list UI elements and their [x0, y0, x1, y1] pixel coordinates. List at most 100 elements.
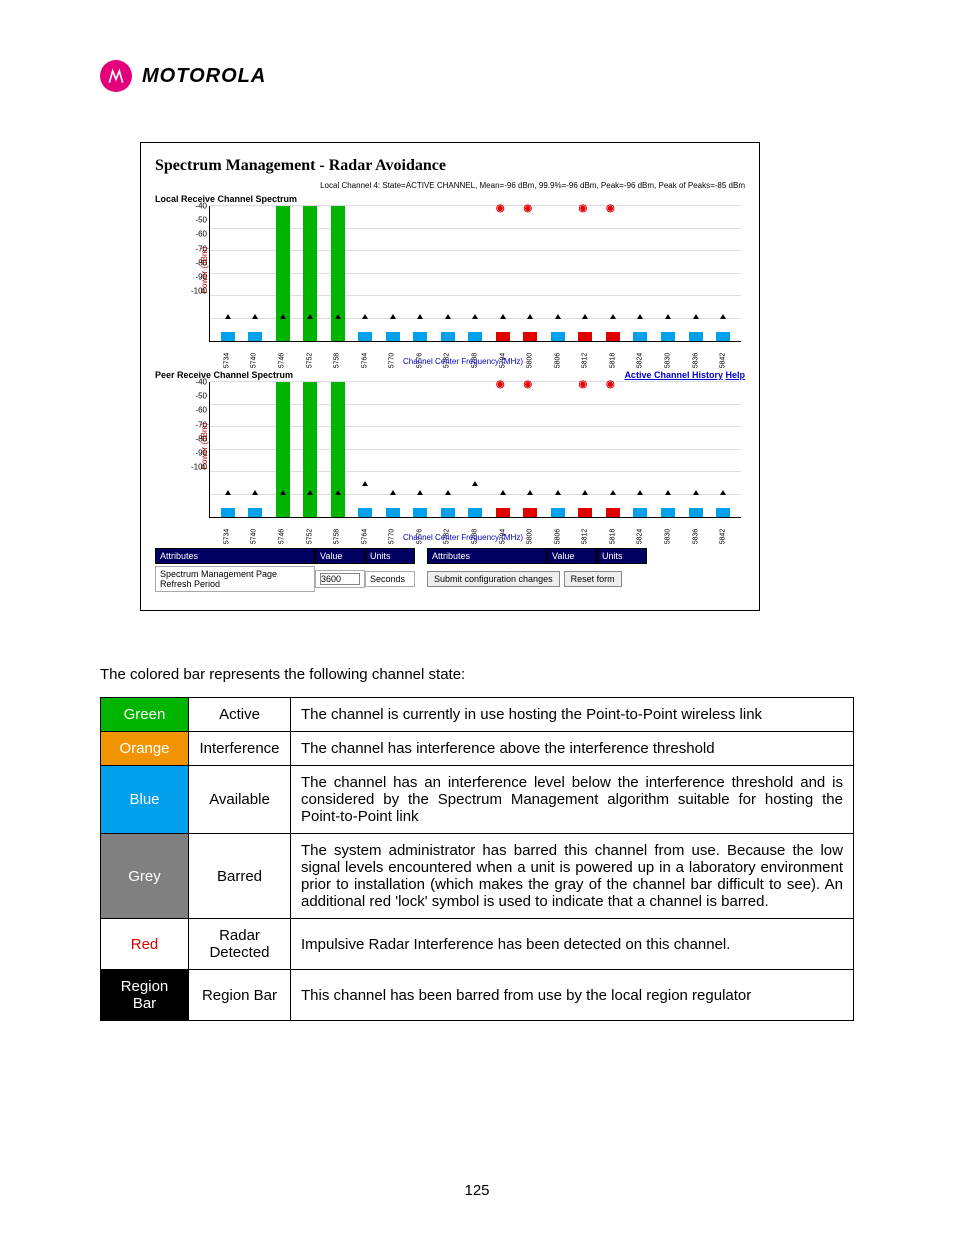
reset-button[interactable]: Reset form: [564, 571, 622, 587]
spectrum-figure: Spectrum Management - Radar Avoidance Lo…: [140, 142, 760, 611]
brand-name: MOTOROLA: [142, 65, 266, 88]
color-label: Red: [101, 919, 189, 970]
channel-bar: [386, 332, 400, 341]
x-tick: 5836: [692, 352, 699, 370]
lock-icon: ◉: [523, 379, 532, 390]
local-chart-heading: Local Receive Channel Spectrum: [155, 194, 745, 204]
channel-bar: ◉: [578, 332, 592, 341]
x-tick: 5830: [665, 352, 672, 370]
col-attributes-2: Attributes: [427, 548, 547, 564]
state-description: Impulsive Radar Interference has been de…: [291, 919, 854, 970]
help-link[interactable]: Help: [725, 370, 745, 380]
x-tick: 5836: [692, 528, 699, 546]
x-tick: 5842: [720, 352, 727, 370]
x-tick: 5824: [637, 352, 644, 370]
state-label: Region Bar: [189, 970, 291, 1021]
channel-bar: [661, 508, 675, 517]
x-tick: 5734: [223, 528, 230, 546]
peak-marker-icon: [665, 490, 671, 495]
x-tick: 5740: [251, 528, 258, 546]
x-tick: 5764: [361, 528, 368, 546]
channel-bar: [468, 508, 482, 517]
state-label: Interference: [189, 732, 291, 766]
peak-marker-icon: [335, 314, 341, 319]
peak-marker-icon: [362, 481, 368, 486]
color-label: Green: [101, 698, 189, 732]
x-tick: 5830: [665, 528, 672, 546]
channel-bar: [248, 508, 262, 517]
color-label: Orange: [101, 732, 189, 766]
motorola-logo-icon: [100, 60, 132, 92]
refresh-period-input[interactable]: [320, 573, 360, 585]
table-row: OrangeInterferenceThe channel has interf…: [101, 732, 854, 766]
channel-bar: [413, 332, 427, 341]
x-tick: 5740: [251, 352, 258, 370]
state-description: This channel has been barred from use by…: [291, 970, 854, 1021]
peak-marker-icon: [280, 490, 286, 495]
channel-bar: [358, 508, 372, 517]
channel-bar: [303, 206, 317, 341]
peer-chart-heading: Peer Receive Channel Spectrum: [155, 370, 293, 380]
channel-bar: [303, 382, 317, 517]
x-tick: 5812: [582, 528, 589, 546]
table-row: GreyBarredThe system administrator has b…: [101, 834, 854, 919]
state-description: The channel has interference above the i…: [291, 732, 854, 766]
x-tick: 5752: [306, 352, 313, 370]
y-tick: -40: [195, 378, 207, 387]
channel-bar: [441, 332, 455, 341]
y-tick: -60: [195, 230, 207, 239]
y-tick: -90: [195, 448, 207, 457]
peak-marker-icon: [500, 314, 506, 319]
state-label: Barred: [189, 834, 291, 919]
x-tick: 5746: [278, 352, 285, 370]
channel-bar: [221, 508, 235, 517]
y-tick: -80: [195, 258, 207, 267]
x-tick: 5746: [278, 528, 285, 546]
refresh-period-units: Seconds: [365, 571, 415, 587]
channel-bar: [386, 508, 400, 517]
figure-title: Spectrum Management - Radar Avoidance: [155, 157, 745, 175]
x-tick: 5770: [389, 528, 396, 546]
peak-marker-icon: [720, 314, 726, 319]
lock-icon: ◉: [496, 203, 505, 214]
channel-bar: [551, 508, 565, 517]
page-number: 125: [0, 1182, 954, 1199]
x-tick: 5824: [637, 528, 644, 546]
peak-marker-icon: [472, 314, 478, 319]
peak-marker-icon: [445, 490, 451, 495]
peak-marker-icon: [610, 314, 616, 319]
lock-icon: ◉: [578, 203, 587, 214]
table-row: BlueAvailableThe channel has an interfer…: [101, 766, 854, 834]
channel-bar: ◉: [523, 332, 537, 341]
peak-marker-icon: [390, 490, 396, 495]
state-description: The channel is currently in use hosting …: [291, 698, 854, 732]
channel-bar: [716, 332, 730, 341]
x-tick: 5764: [361, 352, 368, 370]
x-tick: 5734: [223, 352, 230, 370]
y-tick: -70: [195, 420, 207, 429]
active-channel-history-link[interactable]: Active Channel History: [624, 370, 723, 380]
y-tick: -40: [195, 202, 207, 211]
color-label: Region Bar: [101, 970, 189, 1021]
peak-marker-icon: [637, 314, 643, 319]
peak-marker-icon: [335, 490, 341, 495]
state-description: The channel has an interference level be…: [291, 766, 854, 834]
col-attributes: Attributes: [155, 548, 315, 564]
channel-bar: [441, 508, 455, 517]
x-tick: 5758: [334, 352, 341, 370]
peak-marker-icon: [417, 490, 423, 495]
refresh-period-label: Spectrum Management Page Refresh Period: [155, 566, 315, 592]
channel-bar: ◉: [606, 332, 620, 341]
peak-marker-icon: [500, 490, 506, 495]
table-row: RedRadar DetectedImpulsive Radar Interfe…: [101, 919, 854, 970]
state-label: Radar Detected: [189, 919, 291, 970]
col-value-2: Value: [547, 548, 597, 564]
y-tick: -100: [191, 463, 207, 472]
lock-icon: ◉: [496, 379, 505, 390]
col-units: Units: [365, 548, 415, 564]
x-tick: 5806: [554, 528, 561, 546]
y-tick: -100: [191, 287, 207, 296]
y-tick: -70: [195, 244, 207, 253]
submit-button[interactable]: Submit configuration changes: [427, 571, 560, 587]
peak-marker-icon: [307, 314, 313, 319]
